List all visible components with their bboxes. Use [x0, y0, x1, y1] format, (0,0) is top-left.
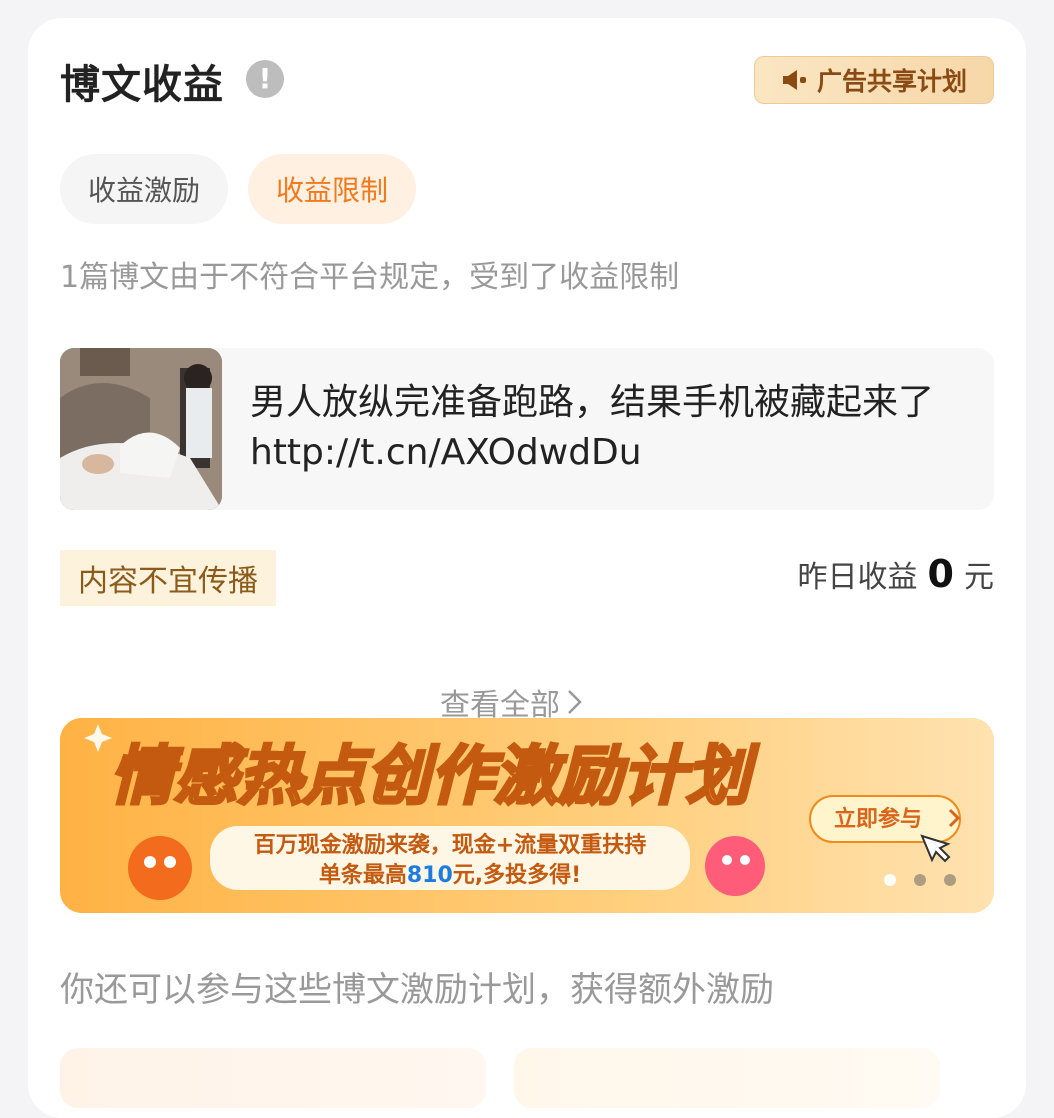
restricted-post-item[interactable]: 男人放纵完准备跑路，结果手机被藏起来了 http://t.cn/AXOdwdDu [60, 348, 994, 510]
tab-earnings-incentive[interactable]: 收益激励 [60, 154, 229, 224]
ad-share-plan-button[interactable]: 广告共享计划 [754, 56, 994, 104]
restriction-notice: 1篇博文由于不符合平台规定，受到了收益限制 [60, 260, 680, 295]
page-title: 博文收益 [60, 62, 224, 108]
info-icon[interactable]: ! [246, 60, 284, 98]
svg-text:单条最高810元,多投多得!: 单条最高810元,多投多得! [319, 862, 581, 888]
incentive-plan-card-2[interactable] [514, 1048, 940, 1108]
banner-title: 情感热点创作激励计划 [110, 740, 759, 814]
post-thumbnail [60, 348, 222, 510]
megaphone-icon [782, 70, 806, 90]
yesterday-label: 昨日收益 [797, 560, 918, 595]
svg-text:百万现金激励来袭，现金+流量双重扶持: 百万现金激励来袭，现金+流量双重扶持 [254, 832, 646, 858]
restriction-tag: 内容不宜传播 [60, 550, 276, 606]
yesterday-value: 0 [927, 552, 954, 596]
banner-cta-button[interactable] [810, 796, 960, 842]
tab-bar: 收益激励 收益限制 [60, 154, 417, 224]
incentive-banner[interactable]: 情感热点创作激励计划 百万现金激励来袭，现金+流量双重扶持 单条最高810元,多… [60, 718, 994, 913]
extra-incentive-text: 你还可以参与这些博文激励计划，获得额外激励 [60, 970, 774, 1010]
tab-earnings-restriction[interactable]: 收益限制 [248, 154, 417, 224]
post-text: 男人放纵完准备跑路，结果手机被藏起来了 http://t.cn/AXOdwdDu [250, 382, 935, 473]
yesterday-unit: 元 [964, 560, 994, 595]
chevron-right-icon [568, 690, 582, 714]
ad-share-label: 广告共享计划 [816, 67, 967, 96]
incentive-plan-card-1[interactable] [60, 1048, 486, 1108]
yesterday-earnings: 昨日收益 0 元 [798, 552, 994, 596]
